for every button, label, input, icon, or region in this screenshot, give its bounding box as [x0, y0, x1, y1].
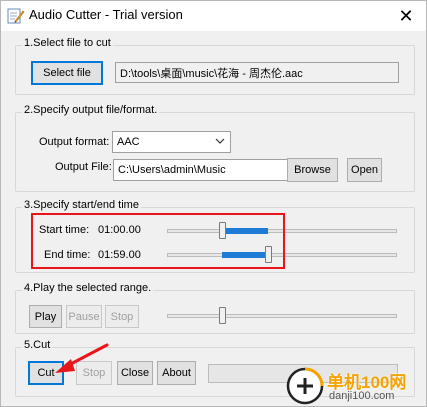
annotation-highlight-box [31, 213, 285, 269]
slider-thumb[interactable] [219, 307, 227, 324]
close-icon: ✕ [398, 5, 414, 26]
section-play-range: 4.Play the selected range. Play Pause St… [15, 282, 415, 334]
pencil-app-icon [7, 8, 25, 24]
annotation-arrow [55, 343, 109, 373]
window-close-button[interactable]: ✕ [386, 1, 426, 31]
section-title: 4.Play the selected range. [22, 282, 154, 294]
playback-position-slider[interactable] [167, 306, 397, 326]
stop-play-button[interactable]: Stop [105, 305, 139, 328]
section-title: 2.Specify output file/format. [22, 104, 160, 116]
site-watermark: 单机100网 danji100.com [285, 365, 426, 406]
section-select-file: 1.Select file to cut Select file D:\tool… [15, 37, 415, 95]
output-file-label: Output File: [55, 161, 112, 173]
pause-button[interactable]: Pause [66, 305, 102, 328]
browse-button[interactable]: Browse [287, 158, 338, 182]
about-button[interactable]: About [157, 361, 196, 385]
selected-file-path: D:\tools\桌面\music\花海 - 周杰伦.aac [115, 62, 399, 83]
close-button[interactable]: Close [117, 361, 153, 385]
section-title: 3.Specify start/end time [22, 199, 141, 211]
audio-cutter-window: Audio Cutter - Trial version ✕ 1.Select … [0, 0, 427, 407]
section-title: 1.Select file to cut [22, 37, 113, 49]
chevron-down-icon [215, 138, 225, 144]
watermark-site-url: danji100.com [329, 390, 395, 402]
open-button[interactable]: Open [347, 158, 382, 182]
output-format-value: AAC [117, 136, 140, 148]
select-file-button[interactable]: Select file [31, 61, 103, 85]
play-button[interactable]: Play [29, 305, 62, 328]
plus-circle-logo-icon [286, 367, 324, 405]
output-format-label: Output format: [39, 136, 110, 148]
title-bar: Audio Cutter - Trial version ✕ [1, 1, 426, 31]
section-title: 5.Cut [22, 339, 53, 351]
section-output: 2.Specify output file/format. Output for… [15, 104, 415, 192]
window-title: Audio Cutter - Trial version [29, 7, 183, 22]
output-format-select[interactable]: AAC [112, 131, 231, 153]
output-file-input[interactable]: C:\Users\admin\Music [113, 159, 295, 181]
slider-track [167, 314, 397, 318]
